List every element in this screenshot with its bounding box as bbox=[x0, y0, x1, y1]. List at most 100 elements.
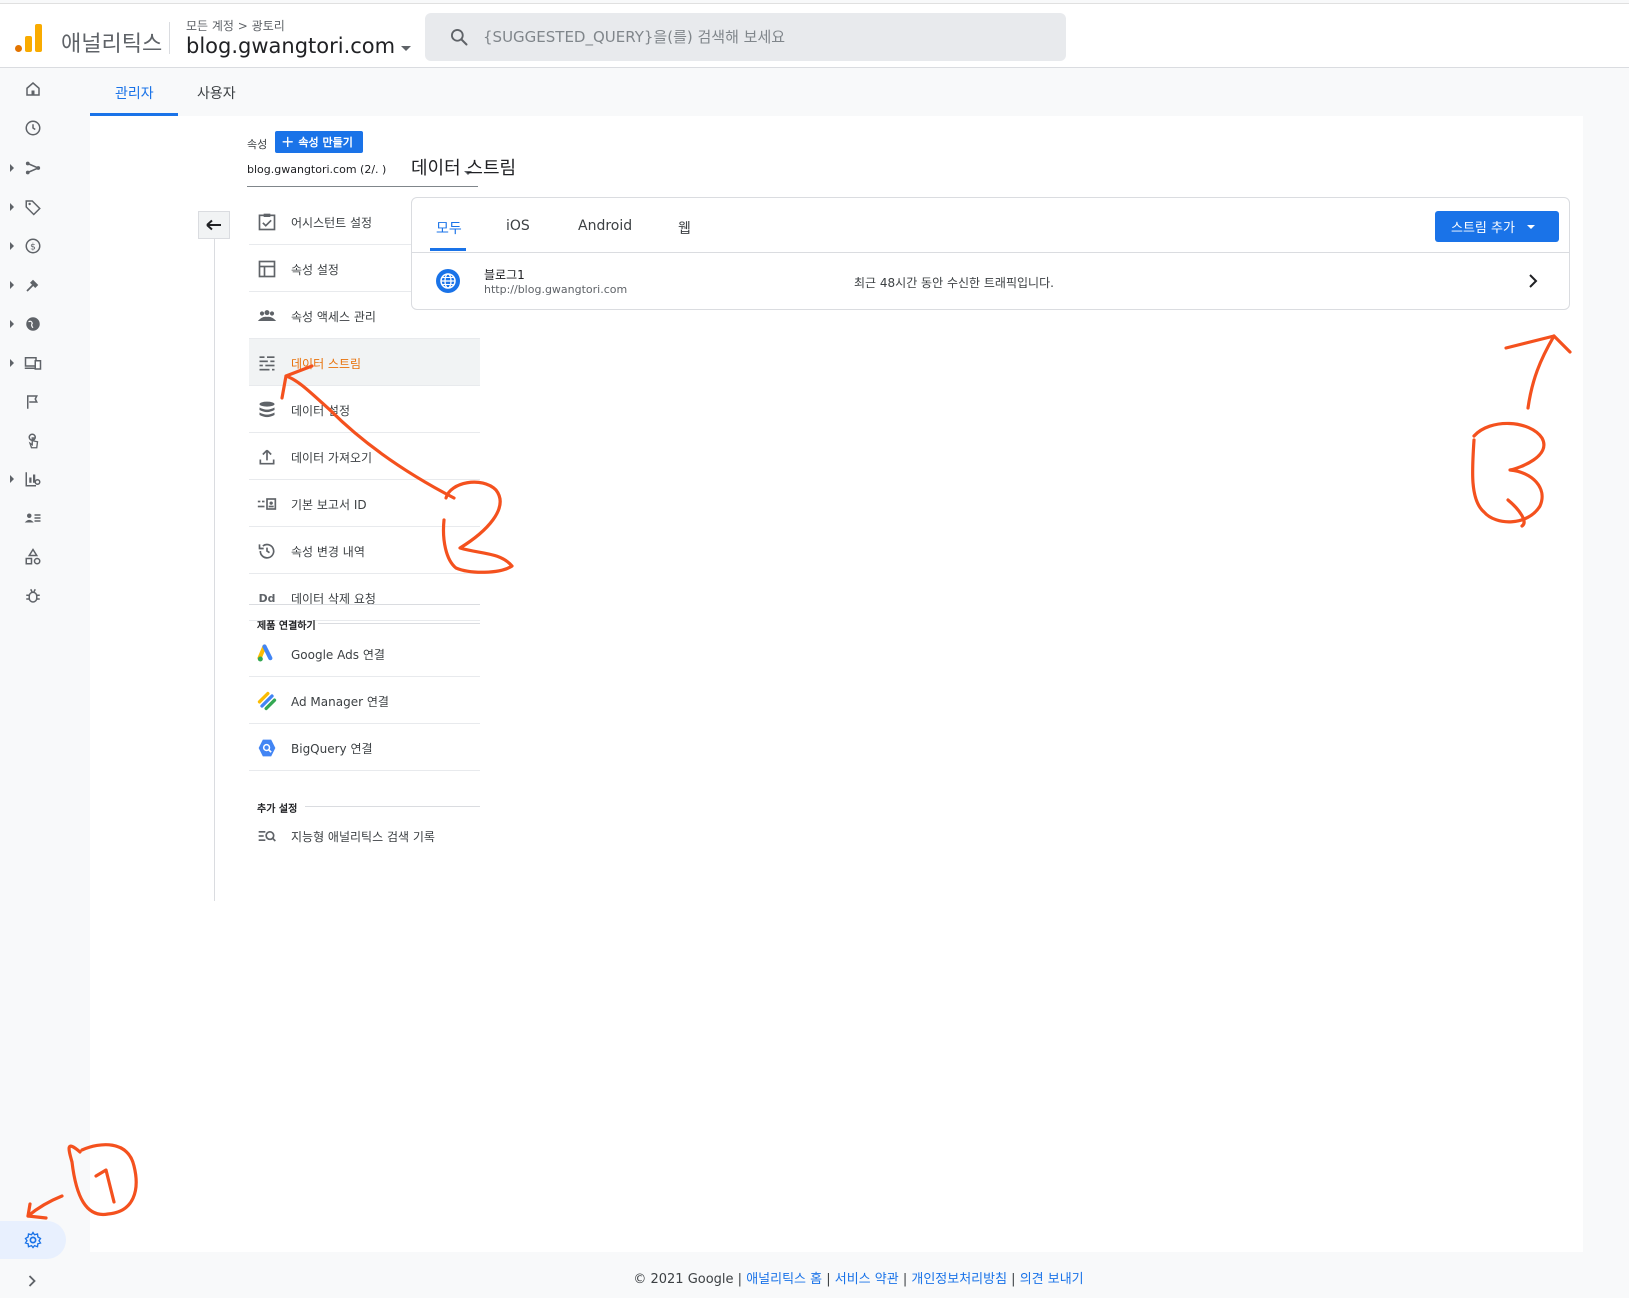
menu-item-data-settings[interactable]: 데이터 설정 bbox=[249, 386, 480, 433]
product-name: 애널리틱스 bbox=[61, 32, 163, 57]
chevron-down-icon bbox=[1526, 224, 1535, 229]
stream-row[interactable]: 블로그1 http://blog.gwangtori.com 최근 48시간 동… bbox=[412, 253, 1569, 310]
footer: © 2021 Google | 애널리틱스 홈 | 서비스 약관 | 개인정보처… bbox=[633, 1272, 1084, 1287]
page-title: 데이터 스트림 bbox=[411, 158, 517, 179]
globe-icon bbox=[26, 317, 40, 331]
nav-conversions[interactable] bbox=[0, 424, 70, 458]
header-divider bbox=[169, 22, 170, 54]
layout-icon bbox=[258, 260, 276, 278]
collapse-back-button[interactable] bbox=[198, 211, 230, 239]
analytics-logo-icon[interactable] bbox=[15, 24, 43, 52]
people-icon bbox=[257, 310, 277, 321]
nav-home[interactable] bbox=[0, 72, 70, 106]
nav-configure[interactable] bbox=[0, 540, 70, 574]
tab-admin[interactable]: 관리자 bbox=[115, 83, 154, 103]
home-icon bbox=[26, 82, 40, 96]
expand-arrow-icon bbox=[10, 164, 14, 172]
menu-item-label: 어시스턴트 설정 bbox=[291, 216, 373, 230]
tab-user[interactable]: 사용자 bbox=[197, 83, 236, 103]
bug-icon bbox=[26, 588, 40, 603]
menu-item-label: Ad Manager 연결 bbox=[291, 695, 389, 709]
breadcrumb[interactable]: 모든 계정 > 광토리 bbox=[186, 17, 285, 34]
devices-icon bbox=[24, 357, 42, 370]
checklist-icon bbox=[258, 213, 276, 231]
nav-realtime[interactable] bbox=[0, 111, 70, 145]
svg-text:$: $ bbox=[30, 242, 36, 252]
tab-android[interactable]: Android bbox=[578, 218, 632, 234]
expand-arrow-icon bbox=[10, 475, 14, 483]
nav-monetization[interactable]: $ bbox=[0, 229, 70, 263]
add-stream-button[interactable]: 스트림 추가 bbox=[1435, 211, 1559, 242]
stream-status: 최근 48시간 동안 수신한 트래픽입니다. bbox=[854, 276, 1054, 290]
extra-settings-menu: 지능형 애널리틱스 검색 기록 bbox=[249, 812, 480, 859]
nav-events[interactable] bbox=[0, 385, 70, 419]
history-icon bbox=[258, 543, 275, 559]
nav-retention[interactable] bbox=[0, 268, 70, 302]
footer-link-home[interactable]: 애널리틱스 홈 bbox=[746, 1272, 822, 1287]
menu-item-label: 속성 설정 bbox=[291, 263, 339, 277]
menu-item-data-streams[interactable]: 데이터 스트림 bbox=[249, 339, 480, 386]
create-property-button[interactable]: + 속성 만들기 bbox=[275, 131, 363, 153]
flow-icon bbox=[25, 161, 41, 175]
tab-all[interactable]: 모두 bbox=[436, 218, 462, 238]
clock-icon bbox=[25, 120, 41, 136]
menu-item-label: 데이터 설정 bbox=[291, 404, 351, 418]
expand-arrow-icon bbox=[10, 203, 14, 211]
menu-item-data-deletion[interactable]: Dd 데이터 삭제 요청 bbox=[249, 574, 480, 621]
left-nav-rail: $ bbox=[0, 69, 88, 1298]
search-history-icon bbox=[258, 831, 276, 842]
upload-icon bbox=[259, 449, 275, 465]
menu-item-label: BigQuery 연결 bbox=[291, 742, 373, 756]
database-icon bbox=[259, 401, 275, 418]
section-divider bbox=[305, 806, 480, 807]
nav-tech[interactable] bbox=[0, 346, 70, 380]
menu-item-change-history[interactable]: 속성 변경 내역 bbox=[249, 527, 480, 574]
section-divider bbox=[249, 604, 480, 605]
menu-item-google-ads[interactable]: Google Ads 연결 bbox=[249, 630, 480, 677]
add-stream-label: 스트림 추가 bbox=[1451, 221, 1515, 236]
chevron-right-icon[interactable] bbox=[1526, 273, 1540, 289]
expand-arrow-icon bbox=[10, 359, 14, 367]
nav-acquisition[interactable] bbox=[0, 151, 70, 185]
nav-admin[interactable] bbox=[0, 1221, 66, 1259]
menu-item-label: 지능형 애널리틱스 검색 기록 bbox=[291, 830, 435, 844]
expand-arrow-icon bbox=[10, 242, 14, 250]
account-selector[interactable]: blog.gwangtori.com bbox=[186, 34, 412, 58]
section-divider bbox=[318, 623, 480, 624]
nav-engagement[interactable] bbox=[0, 190, 70, 224]
analysis-icon bbox=[25, 472, 41, 487]
nav-demographics[interactable] bbox=[0, 307, 70, 341]
create-property-label: 속성 만들기 bbox=[298, 136, 353, 149]
nav-audiences[interactable] bbox=[0, 501, 70, 535]
menu-item-label: 속성 액세스 관리 bbox=[291, 310, 376, 324]
expand-arrow-icon bbox=[10, 281, 14, 289]
stream-url: http://blog.gwangtori.com bbox=[484, 283, 628, 296]
search-input[interactable] bbox=[483, 28, 1043, 46]
product-links-menu: Google Ads 연결 Ad Manager 연결 BigQuery 연결 bbox=[249, 630, 480, 771]
retention-icon bbox=[26, 279, 39, 292]
admin-panel: 속성 + 속성 만들기 blog.gwangtori.com (2/. ) 어시… bbox=[90, 116, 1583, 1252]
tab-ios[interactable]: iOS bbox=[506, 218, 530, 234]
active-tab-indicator bbox=[430, 248, 466, 251]
tab-web[interactable]: 웹 bbox=[678, 218, 691, 238]
search-bar[interactable] bbox=[425, 13, 1066, 61]
account-name: blog.gwangtori.com bbox=[186, 34, 396, 58]
footer-link-feedback[interactable]: 의견 보내기 bbox=[1020, 1272, 1084, 1287]
data-streams-card: 모두 iOS Android 웹 스트림 추가 블로그1 http://blog… bbox=[411, 197, 1570, 310]
nav-debugview[interactable] bbox=[0, 579, 70, 613]
gear-icon bbox=[24, 1231, 42, 1249]
menu-item-search-history[interactable]: 지능형 애널리틱스 검색 기록 bbox=[249, 812, 480, 859]
menu-item-label: 데이터 가져오기 bbox=[291, 451, 373, 465]
google-ads-icon bbox=[257, 644, 273, 662]
menu-item-ad-manager[interactable]: Ad Manager 연결 bbox=[249, 677, 480, 724]
admin-tabs: 관리자 사용자 bbox=[90, 69, 1629, 116]
menu-item-bigquery[interactable]: BigQuery 연결 bbox=[249, 724, 480, 771]
footer-link-privacy[interactable]: 개인정보처리방침 bbox=[911, 1272, 1007, 1287]
menu-item-reporting-identity[interactable]: 기본 보고서 ID bbox=[249, 480, 480, 527]
footer-link-terms[interactable]: 서비스 약관 bbox=[835, 1272, 899, 1287]
nav-explore[interactable] bbox=[0, 462, 70, 496]
property-selected-value: blog.gwangtori.com (2/. ) bbox=[247, 163, 387, 176]
menu-item-label: 데이터 스트림 bbox=[291, 357, 362, 371]
copyright: © 2021 Google bbox=[633, 1272, 734, 1287]
menu-item-data-import[interactable]: 데이터 가져오기 bbox=[249, 433, 480, 480]
